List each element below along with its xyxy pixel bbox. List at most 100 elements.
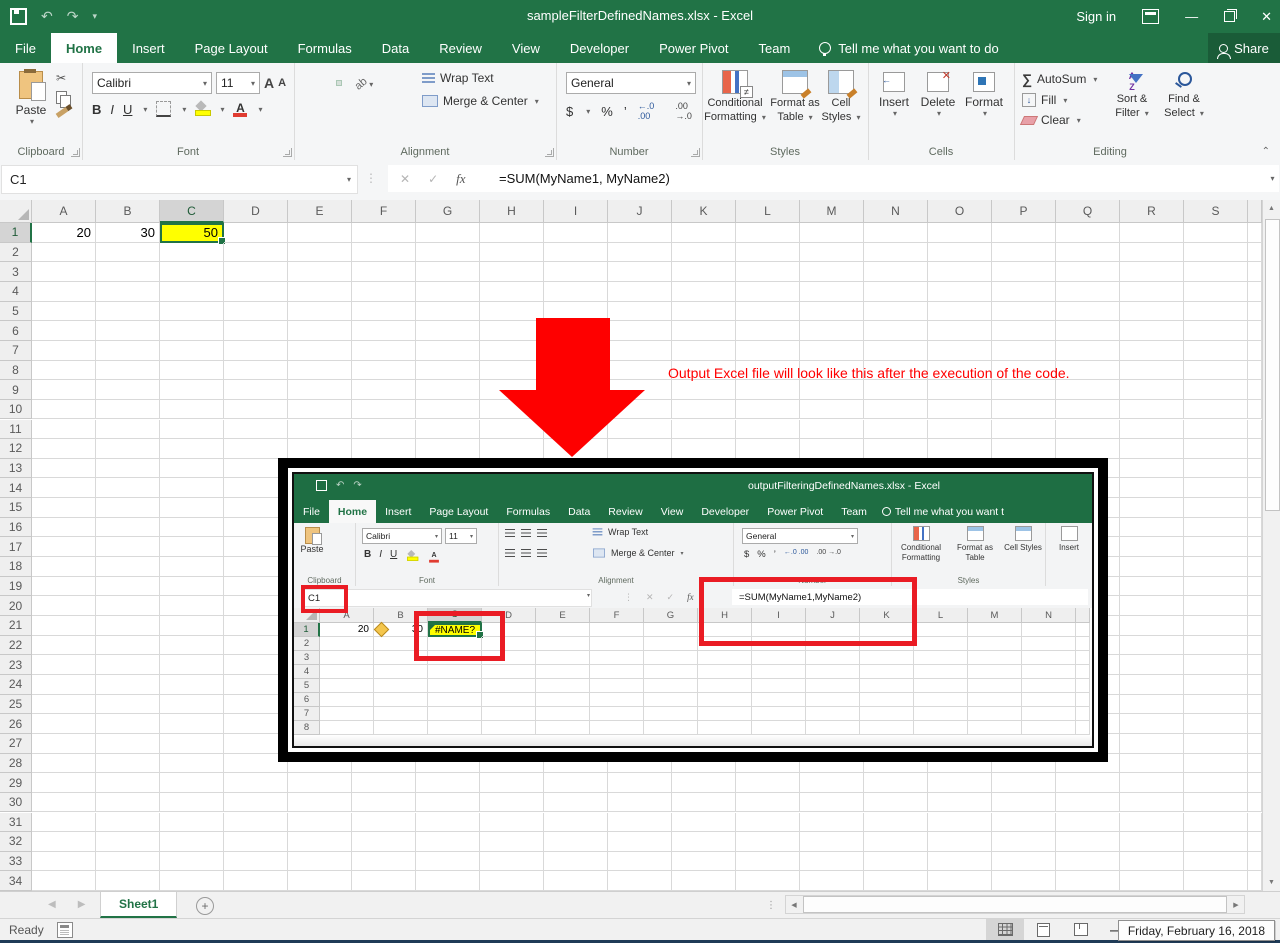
cell-q7[interactable] (1056, 341, 1120, 361)
cell-h3[interactable] (480, 262, 544, 282)
cell-f1[interactable] (352, 223, 416, 243)
cell-f31[interactable] (352, 813, 416, 833)
cell-c34[interactable] (160, 871, 224, 891)
cell-s17[interactable] (1184, 537, 1248, 557)
cell-a21[interactable] (32, 616, 96, 636)
row-header-7[interactable]: 7 (294, 707, 320, 721)
cell-partial[interactable] (1248, 302, 1262, 322)
cell-c33[interactable] (160, 852, 224, 872)
cell-e33[interactable] (288, 852, 352, 872)
cell-j30[interactable] (608, 793, 672, 813)
cell-r30[interactable] (1120, 793, 1184, 813)
fill-button[interactable]: ↓ Fill ▾ (1022, 93, 1097, 107)
cell-g1[interactable] (416, 223, 480, 243)
cell-b5[interactable] (96, 302, 160, 322)
cell-i2[interactable] (544, 243, 608, 263)
cell-c25[interactable] (160, 695, 224, 715)
cell-partial[interactable] (1076, 721, 1090, 735)
cell-k33[interactable] (672, 852, 736, 872)
cell-partial[interactable] (1248, 439, 1262, 459)
cell-g4[interactable] (416, 282, 480, 302)
cell-h31[interactable] (480, 813, 544, 833)
column-header-o[interactable]: O (928, 200, 992, 223)
cell-f4[interactable] (352, 282, 416, 302)
cell-r24[interactable] (1120, 675, 1184, 695)
find-select-button[interactable]: Find & Select ▾ (1158, 71, 1210, 121)
cell-a7[interactable] (320, 707, 374, 721)
cell-b1[interactable]: 30 (96, 223, 160, 243)
cell-p34[interactable] (992, 871, 1056, 891)
cell-r14[interactable] (1120, 478, 1184, 498)
cell-partial[interactable] (1076, 651, 1090, 665)
cell-k9[interactable] (672, 380, 736, 400)
cell-a2[interactable] (320, 637, 374, 651)
cell-d8[interactable] (224, 361, 288, 381)
cell-j5[interactable] (806, 679, 860, 693)
cell-a26[interactable] (32, 714, 96, 734)
cell-o31[interactable] (928, 813, 992, 833)
cell-n7[interactable] (864, 341, 928, 361)
cell-s34[interactable] (1184, 871, 1248, 891)
cell-r1[interactable] (1120, 223, 1184, 243)
fill-color-icon[interactable] (195, 102, 209, 116)
cell-c14[interactable] (160, 478, 224, 498)
cell-m4[interactable] (800, 282, 864, 302)
cell-partial[interactable] (1248, 518, 1262, 538)
redo-icon[interactable]: ↷ (67, 9, 79, 23)
number-dialog-launcher-icon[interactable] (691, 148, 700, 157)
row-header-14[interactable]: 14 (0, 478, 32, 498)
column-header-p[interactable]: P (992, 200, 1056, 223)
cell-g8[interactable] (416, 361, 480, 381)
column-header-partial[interactable] (1248, 200, 1262, 223)
cell-l30[interactable] (736, 793, 800, 813)
cell-e8[interactable] (536, 721, 590, 735)
cell-f9[interactable] (352, 380, 416, 400)
cell-b18[interactable] (96, 557, 160, 577)
cell-m34[interactable] (800, 871, 864, 891)
cell-d8[interactable] (482, 721, 536, 735)
cell-n5[interactable] (864, 302, 928, 322)
column-header-e[interactable]: E (536, 608, 590, 623)
cell-e9[interactable] (288, 380, 352, 400)
column-header-e[interactable]: E (288, 200, 352, 223)
column-header-f[interactable]: F (590, 608, 644, 623)
cell-s10[interactable] (1184, 400, 1248, 420)
cell-g3[interactable] (644, 651, 698, 665)
cell-c13[interactable] (160, 459, 224, 479)
tab-team[interactable]: Team (743, 33, 805, 63)
cell-partial[interactable] (1248, 734, 1262, 754)
tell-me-box[interactable]: Tell me what you want to do (805, 33, 1012, 63)
cell-partial[interactable] (1248, 695, 1262, 715)
cell-p5[interactable] (992, 302, 1056, 322)
row-header-34[interactable]: 34 (0, 871, 32, 891)
cell-l34[interactable] (736, 871, 800, 891)
cell-a34[interactable] (32, 871, 96, 891)
cell-p29[interactable] (992, 773, 1056, 793)
cell-n30[interactable] (864, 793, 928, 813)
cell-a19[interactable] (32, 577, 96, 597)
cell-c32[interactable] (160, 832, 224, 852)
cell-l9[interactable] (736, 380, 800, 400)
row-header-7[interactable]: 7 (0, 341, 32, 361)
decrease-font-icon[interactable]: A (278, 77, 286, 89)
cell-c5[interactable] (428, 679, 482, 693)
cell-h5[interactable] (480, 302, 544, 322)
cell-partial[interactable] (1248, 714, 1262, 734)
cell-c19[interactable] (160, 577, 224, 597)
cell-k12[interactable] (672, 439, 736, 459)
cell-r3[interactable] (1120, 262, 1184, 282)
tab-file[interactable]: File (0, 33, 51, 63)
row-header-2[interactable]: 2 (0, 243, 32, 263)
cell-g2[interactable] (644, 637, 698, 651)
currency-icon[interactable]: $ (566, 104, 573, 119)
cell-i29[interactable] (544, 773, 608, 793)
cell-partial[interactable] (1248, 577, 1262, 597)
cell-a6[interactable] (320, 693, 374, 707)
cell-b28[interactable] (96, 754, 160, 774)
cell-n1[interactable] (864, 223, 928, 243)
cell-d7[interactable] (224, 341, 288, 361)
borders-icon[interactable] (156, 101, 171, 117)
cell-a32[interactable] (32, 832, 96, 852)
cell-m7[interactable] (968, 707, 1022, 721)
cell-i33[interactable] (544, 852, 608, 872)
